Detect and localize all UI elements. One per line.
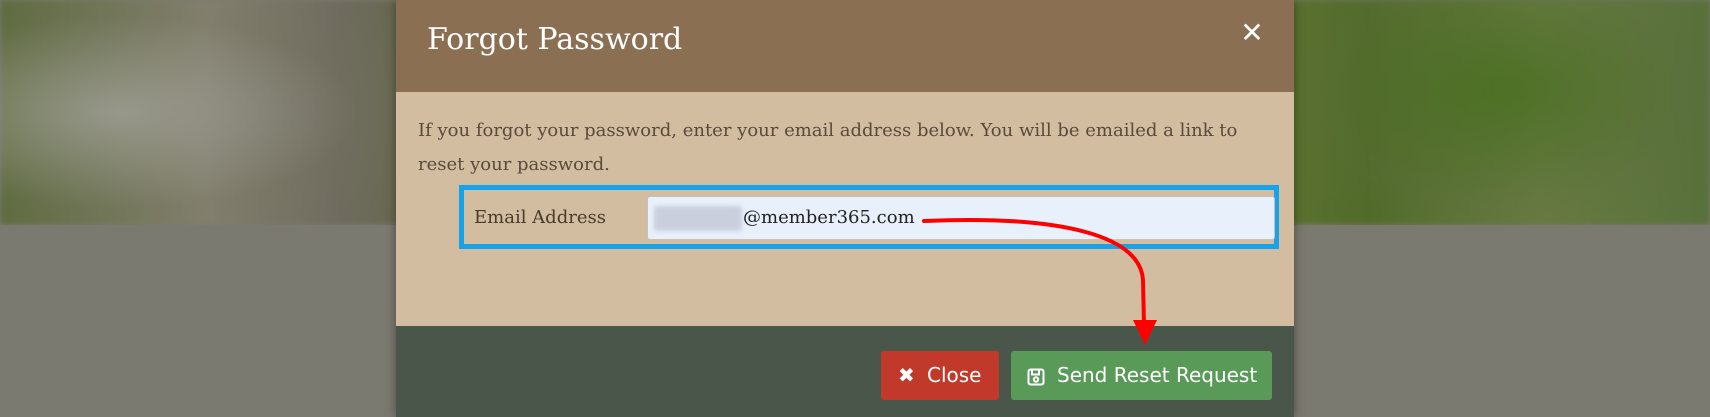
email-field-value: @member365.com [743,207,915,228]
background-foliage [1300,0,1710,225]
send-button-label: Send Reset Request [1057,363,1258,387]
floppy-disk-icon [1027,351,1045,400]
modal-footer: ✖ Close Send Reset Request [396,326,1294,417]
modal-header: Forgot Password ✕ [396,0,1294,92]
close-button[interactable]: ✖ Close [881,351,999,400]
instructions-text: If you forgot your password, enter your … [418,120,1238,175]
send-reset-request-button[interactable]: Send Reset Request [1011,351,1272,400]
times-icon: ✖ [898,363,915,387]
email-label: Email Address [474,207,606,228]
modal-title: Forgot Password [427,22,683,57]
forgot-password-modal: Forgot Password ✕ If you forgot your pas… [396,0,1294,417]
close-button-label: Close [927,363,982,387]
background-logo-blur [0,0,400,225]
email-field-highlight: Email Address @member365.com [459,185,1279,249]
email-field[interactable]: @member365.com [647,196,1275,240]
close-icon[interactable]: ✕ [1239,18,1265,48]
modal-body: If you forgot your password, enter your … [396,92,1294,326]
redacted-email-username [654,206,742,231]
